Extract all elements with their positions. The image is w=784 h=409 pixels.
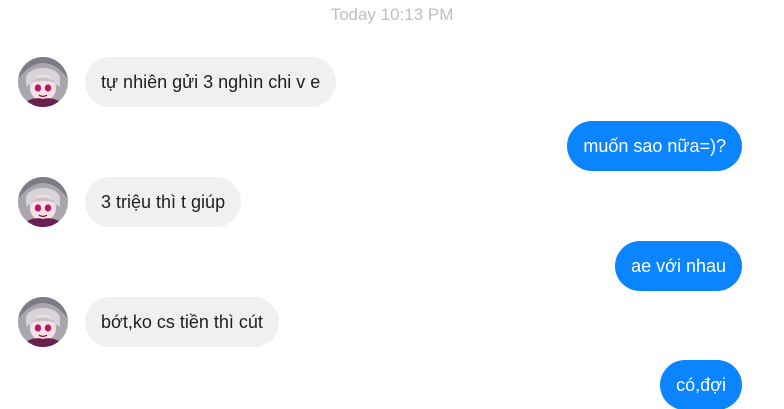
message-bubble-outgoing[interactable]: ae với nhau <box>615 241 742 291</box>
message-bubble-incoming[interactable]: tự nhiên gửi 3 nghìn chi v e <box>85 57 337 107</box>
message-bubble-outgoing[interactable]: có,đợi <box>660 360 742 409</box>
message-row-incoming: bớt,ko cs tiền thì cút <box>0 297 784 347</box>
message-row-outgoing: có,đợi <box>0 360 784 409</box>
message-row-outgoing: ae với nhau <box>0 241 784 291</box>
message-row-incoming: 3 triệu thì t giúp <box>0 177 784 227</box>
message-bubble-incoming[interactable]: 3 triệu thì t giúp <box>85 177 242 227</box>
message-row-outgoing: muốn sao nữa=)? <box>0 121 784 171</box>
message-bubble-outgoing[interactable]: muốn sao nữa=)? <box>567 121 742 171</box>
anime-avatar-icon[interactable] <box>18 177 68 227</box>
message-bubble-incoming[interactable]: bớt,ko cs tiền thì cút <box>85 297 279 347</box>
anime-avatar-icon[interactable] <box>18 57 68 107</box>
message-row-incoming: tự nhiên gửi 3 nghìn chi v e <box>0 57 784 107</box>
conversation-timestamp: Today 10:13 PM <box>330 5 454 24</box>
anime-avatar-icon[interactable] <box>18 297 68 347</box>
